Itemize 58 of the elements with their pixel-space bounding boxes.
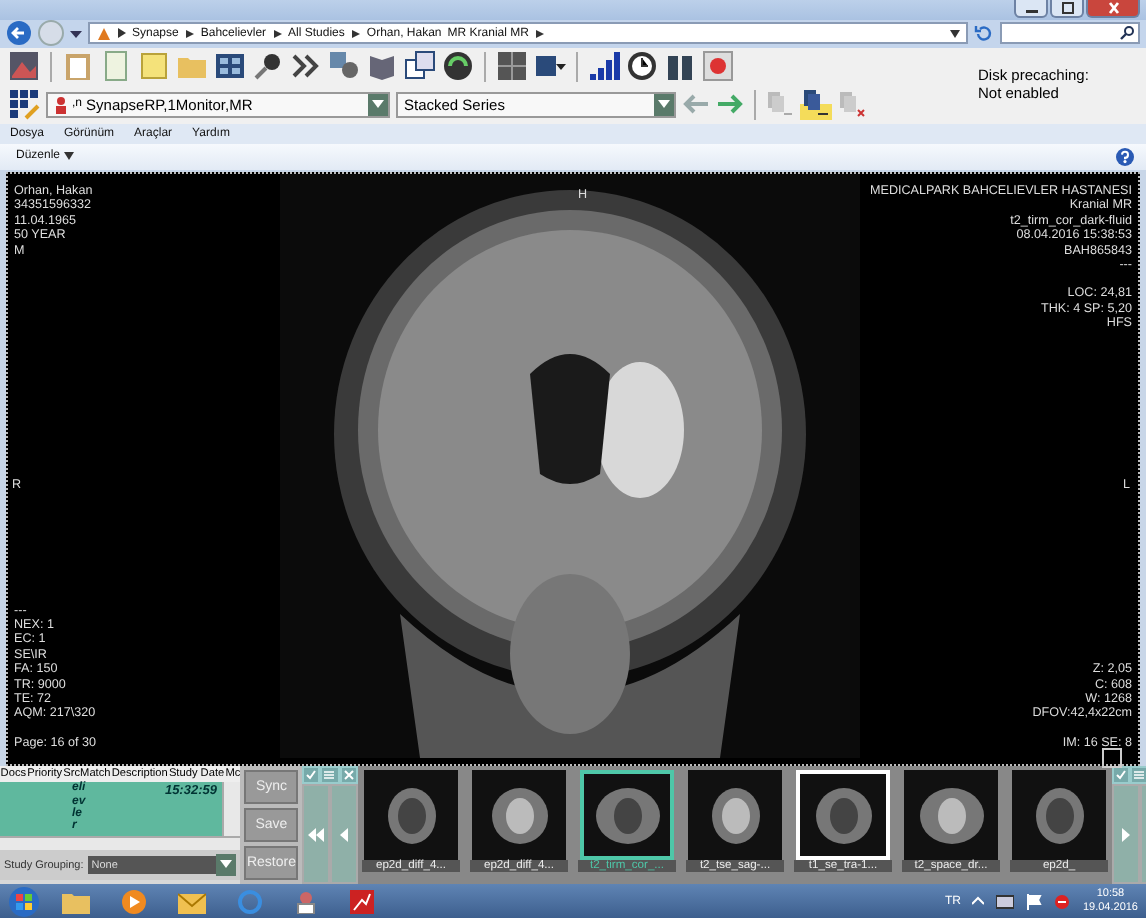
double-chevron-icon[interactable]: [290, 50, 322, 83]
check-button[interactable]: [302, 766, 321, 785]
right-triangle-icon: [1122, 827, 1130, 842]
media-player-icon[interactable]: [122, 889, 146, 913]
search-icon: [1120, 26, 1134, 41]
copy-delete-icon[interactable]: [838, 90, 866, 119]
record-icon[interactable]: [702, 50, 734, 83]
right-arrow-icon[interactable]: [716, 94, 744, 115]
close-icon: [1105, 2, 1121, 14]
caret-icon: [658, 99, 670, 110]
menu-icon: [324, 770, 335, 781]
clock-icon[interactable]: [626, 50, 658, 83]
film-icon[interactable]: [214, 50, 246, 83]
magnifier-icon[interactable]: [252, 50, 284, 83]
image-icon[interactable]: [8, 50, 40, 83]
chevron-icon[interactable]: [118, 28, 126, 39]
check-icon: [1116, 770, 1127, 781]
maximize-button[interactable]: [1050, 0, 1084, 18]
image-viewport[interactable]: [6, 171, 1140, 767]
check-button[interactable]: [1112, 766, 1131, 785]
bar-chart-icon[interactable]: [588, 50, 620, 83]
caret-icon[interactable]: [950, 29, 960, 38]
menu-icon: [1134, 770, 1145, 781]
no-sound-icon[interactable]: [1054, 893, 1071, 909]
left-triangle-icon: [340, 827, 348, 842]
caret-icon: [220, 860, 233, 871]
grid-icon[interactable]: [496, 50, 528, 83]
start-button-icon[interactable]: [8, 885, 40, 917]
app-logo-icon: [96, 25, 112, 42]
window-icon[interactable]: [404, 50, 436, 83]
chart-app-icon[interactable]: [350, 889, 374, 913]
clipboard-icon[interactable]: [62, 50, 94, 83]
vertical-scrollbar[interactable]: [222, 782, 241, 837]
close-icon: [343, 770, 354, 781]
folder-icon[interactable]: [62, 889, 90, 913]
book-icon[interactable]: [366, 50, 398, 83]
dropdown-caret-icon[interactable]: [70, 27, 82, 40]
network-icon[interactable]: [996, 893, 1015, 909]
close-button[interactable]: [1086, 0, 1140, 18]
show-hidden-icon[interactable]: [972, 895, 985, 907]
caret-icon: [64, 152, 75, 161]
refresh-icon[interactable]: [442, 50, 474, 83]
flag-icon[interactable]: [1026, 893, 1043, 909]
person-icon: [54, 95, 68, 114]
copy-right-icon[interactable]: [800, 88, 832, 121]
minimize-button[interactable]: [1014, 0, 1048, 18]
layout-grid-icon[interactable]: [8, 88, 40, 121]
resize-handle[interactable]: [1102, 748, 1122, 769]
double-left-icon: [308, 827, 324, 842]
horizontal-scrollbar[interactable]: [0, 836, 241, 851]
caret-icon: [372, 99, 384, 110]
help-icon[interactable]: [1116, 147, 1134, 166]
mail-icon[interactable]: [178, 889, 206, 913]
back-icon[interactable]: [6, 20, 32, 47]
search-field[interactable]: [1000, 22, 1140, 45]
check-icon: [306, 770, 317, 781]
maximize-icon: [1059, 2, 1075, 14]
person-icon[interactable]: [294, 889, 318, 913]
